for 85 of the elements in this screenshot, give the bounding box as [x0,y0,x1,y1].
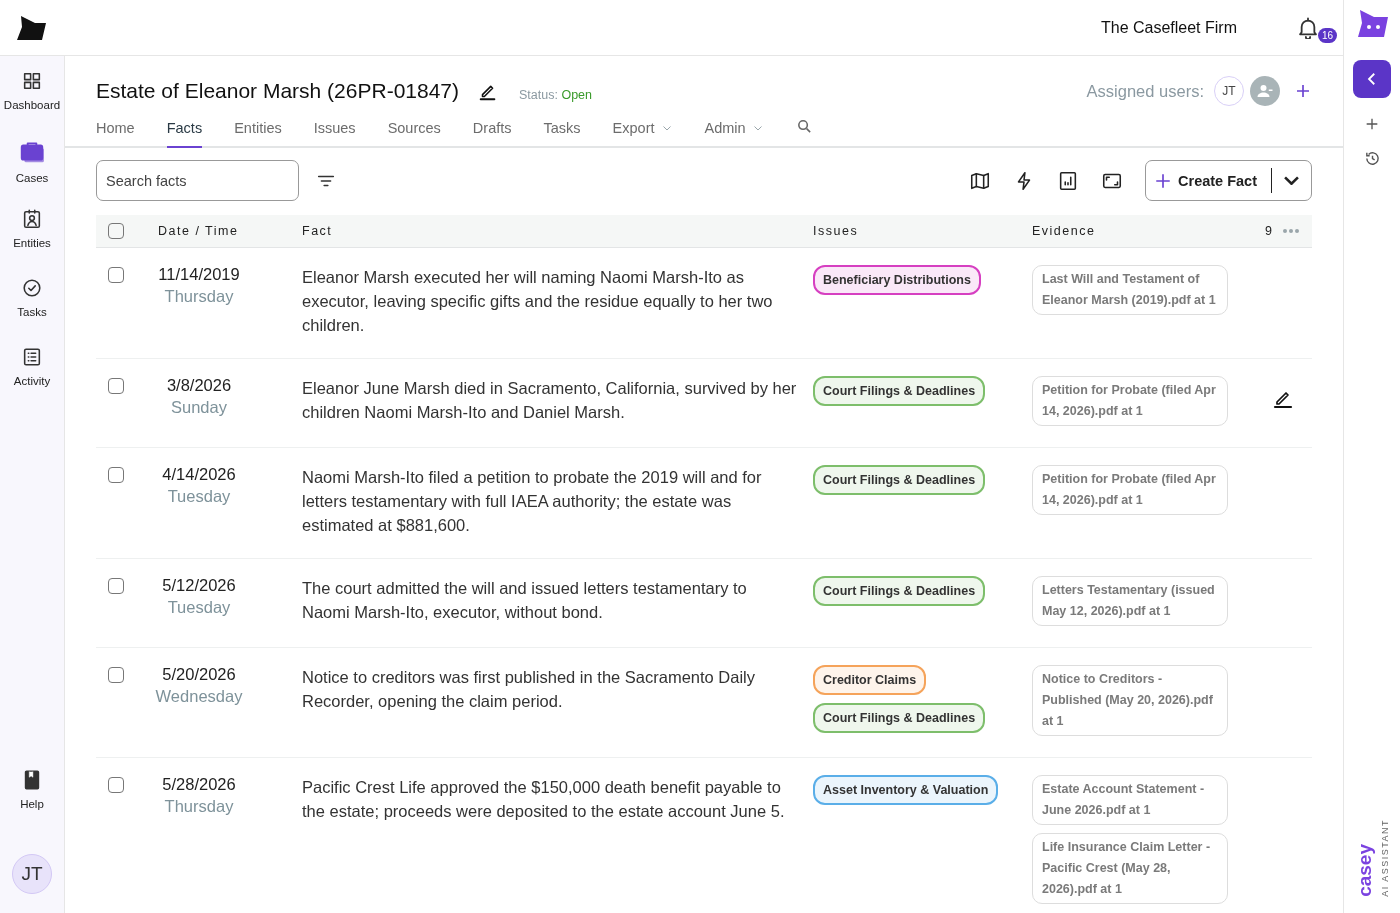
add-icon[interactable] [1364,116,1380,132]
list-icon [21,346,43,368]
issue-tag[interactable]: Court Filings & Deadlines [813,465,986,495]
column-header[interactable]: Date / Time [158,224,239,238]
row-checkbox[interactable] [108,578,124,594]
nav-tab[interactable]: Admin [704,106,764,148]
add-user-icon[interactable] [1294,82,1312,100]
nav-tab[interactable]: Sources [387,106,441,148]
grid-icon [21,70,43,92]
fact-text: Pacific Crest Life approved the $150,000 death benefit payable to the estate; proceeds were deposited to the estate account June 5. [302,777,786,822]
sidebar-item[interactable]: Tasks [0,277,65,346]
fact-weekday: Tuesday [167,487,231,506]
fact-text: Naomi Marsh-Ito filed a petition to probate the 2019 will and for letters testamentary with full IAEA authority; the estate was estimated at $881,600. [302,467,763,536]
column-header[interactable]: Fact [302,224,333,238]
assistant-logo-icon[interactable] [1356,10,1388,38]
sidebar-item[interactable]: Dashboard [0,70,65,139]
fact-text: Notice to creditors was first published in the Sacramento Daily Recorder, opening the claim period. [302,667,757,712]
fact-date: 3/8/2026 [166,376,232,395]
evidence-chip[interactable]: Petition for Probate (filed Apr 14, 2026).pdf at 1 [1032,465,1228,515]
fact-date: 5/20/2026 [162,665,236,684]
fact-weekday: Tuesday [167,598,231,617]
evidence-chip[interactable]: Estate Account Statement - June 2026.pdf at 1 [1032,775,1228,825]
logo-icon[interactable] [17,15,46,40]
nav-tab[interactable]: Issues [313,106,356,148]
create-fact-split-button[interactable]: Create Fact [1145,160,1312,201]
row-checkbox[interactable] [108,267,124,283]
sidebar-item[interactable]: Help [0,769,65,838]
nav-tab[interactable]: Entities [234,106,282,148]
nav-tab[interactable]: Tasks [543,106,581,148]
chevron-down-icon [1284,176,1299,185]
row-checkbox[interactable] [108,667,124,683]
nav-tab[interactable]: Drafts [472,106,512,148]
fact-text: The court admitted the will and issued letters testamentary to Naomi Marsh-Ito, executor, without bond. [302,578,748,623]
row-checkbox[interactable] [108,777,124,793]
case-status: Status: Open [519,88,593,102]
issue-tag[interactable]: Court Filings & Deadlines [813,703,986,733]
issue-tag[interactable]: Creditor Claims [813,665,927,695]
user-avatar[interactable]: JT [12,854,52,894]
fact-date: 4/14/2026 [162,465,236,484]
history-icon[interactable] [1363,150,1381,167]
collapse-button[interactable] [1353,60,1391,98]
fact-date: 5/12/2026 [162,576,236,595]
fact-weekday: Thursday [164,797,234,816]
nav-tab[interactable]: Facts [166,106,203,148]
badge-icon [21,208,43,230]
notification-count: 16 [1318,27,1338,43]
row-checkbox[interactable] [108,378,124,394]
issue-tag[interactable]: Beneficiary Distributions [813,265,981,295]
row-checkbox[interactable] [108,467,124,483]
notifications-button[interactable] [1299,16,1317,39]
create-fact-button[interactable]: Create Fact [1146,168,1272,193]
sidebar-item[interactable]: Cases [0,139,65,208]
search-field[interactable]: Search facts [96,160,299,201]
fact-text: Eleanor Marsh executed her will naming Naomi Marsh-Ito as executor, leaving specific gifts and the residue equally to her two children. [302,267,774,336]
assigned-users-label: Assigned users: [1086,81,1204,101]
evidence-chip[interactable]: Notice to Creditors - Published (May 20, 2026).pdf at 1 [1032,665,1228,736]
assistant-subtitle: AI ASSISTANT [1380,819,1390,897]
fact-date: 5/28/2026 [162,775,236,794]
column-header[interactable]: Evidence [1032,224,1096,238]
sidebar-item[interactable]: Activity [0,346,65,415]
bell-icon [1299,16,1317,39]
issue-tag[interactable]: Court Filings & Deadlines [813,376,986,406]
fact-count: 9 [1265,224,1272,238]
check-circle-icon [21,277,43,299]
evidence-chip[interactable]: Petition for Probate (filed Apr 14, 2026).pdf at 1 [1032,376,1228,426]
case-title: Estate of Eleanor Marsh (26PR-01847) [96,79,460,103]
sidebar-item[interactable]: Entities [0,208,65,277]
evidence-chip[interactable]: Letters Testamentary (issued May 12, 2026).pdf at 1 [1032,576,1228,626]
evidence-chip[interactable]: Last Will and Testament of Eleanor Marsh (2019).pdf at 1 [1032,265,1228,315]
issue-tag[interactable]: Court Filings & Deadlines [813,576,986,606]
fact-text: Eleanor June Marsh died in Sacramento, California, survived by her children Naomi Marsh-Ito and Daniel Marsh. [302,378,798,423]
fact-weekday: Sunday [171,398,227,417]
plus-icon [1154,171,1172,190]
nav-tab[interactable]: Home [96,106,135,148]
issue-tag[interactable]: Asset Inventory & Valuation [813,775,999,805]
select-all-checkbox[interactable] [108,223,124,239]
evidence-chip[interactable]: Life Insurance Claim Letter - Pacific Crest (May 28, 2026).pdf at 1 [1032,833,1228,904]
nav-tab[interactable]: Export [612,106,673,148]
fact-weekday: Wednesday [155,687,243,706]
column-header[interactable]: Issues [813,224,859,238]
briefcase-icon [19,139,45,165]
firm-name: The Casefleet Firm [1100,18,1237,37]
fact-date: 11/14/2019 [158,265,240,284]
fact-weekday: Thursday [164,287,234,306]
assistant-brand: casey [1354,844,1376,897]
